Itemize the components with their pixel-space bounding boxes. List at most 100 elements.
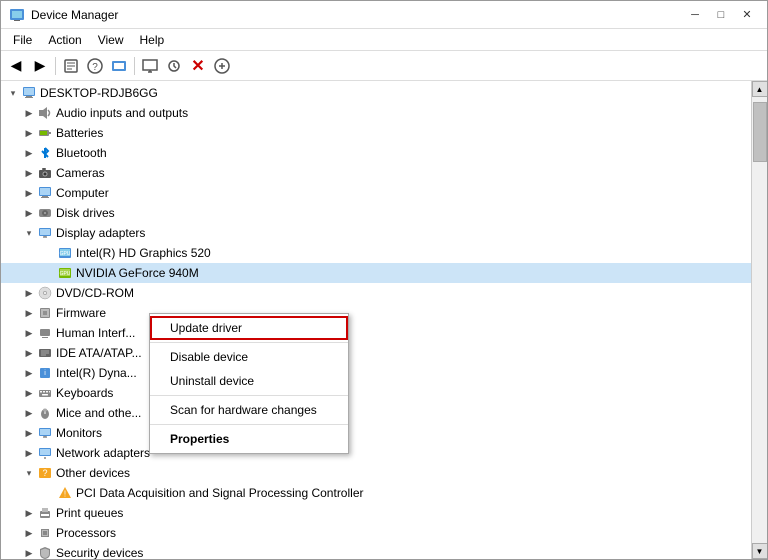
tree-item-pci[interactable]: ▶ ! PCI Data Acquisition and Signal Proc… xyxy=(1,483,751,503)
tree-item-bluetooth[interactable]: ▶ Bluetooth xyxy=(1,143,751,163)
toolbar-remove[interactable]: ✕ xyxy=(187,55,209,77)
dvd-icon xyxy=(37,285,53,301)
firmware-expand[interactable]: ▶ xyxy=(21,305,37,321)
processors-expand[interactable]: ▶ xyxy=(21,525,37,541)
monitors-label: Monitors xyxy=(56,426,102,440)
disk-icon xyxy=(37,205,53,221)
batteries-icon xyxy=(37,125,53,141)
tree-item-ide[interactable]: ▶ IDE ATA/ATAP... xyxy=(1,343,751,363)
menu-action[interactable]: Action xyxy=(40,31,89,48)
disk-expand[interactable]: ▶ xyxy=(21,205,37,221)
toolbar-scan[interactable] xyxy=(163,55,185,77)
audio-expand[interactable]: ▶ xyxy=(21,105,37,121)
print-expand[interactable]: ▶ xyxy=(21,505,37,521)
main-content: ▾ DESKTOP-RDJB6GG ▶ xyxy=(1,81,767,559)
monitors-expand[interactable]: ▶ xyxy=(21,425,37,441)
toolbar-help[interactable]: ? xyxy=(84,55,106,77)
security-label: Security devices xyxy=(56,546,143,559)
nvidia-gpu-icon: GPU xyxy=(57,265,73,281)
close-button[interactable]: ✕ xyxy=(735,6,759,24)
scroll-up-button[interactable]: ▲ xyxy=(752,81,768,97)
bluetooth-expand[interactable]: ▶ xyxy=(21,145,37,161)
computer-expand[interactable]: ▶ xyxy=(21,185,37,201)
print-icon xyxy=(37,505,53,521)
pci-label: PCI Data Acquisition and Signal Processi… xyxy=(76,486,363,500)
ide-expand[interactable]: ▶ xyxy=(21,345,37,361)
intel-gpu-icon: GPU xyxy=(57,245,73,261)
menu-file[interactable]: File xyxy=(5,31,40,48)
title-bar: Device Manager ─ □ ✕ xyxy=(1,1,767,29)
audio-icon xyxy=(37,105,53,121)
svg-text:?: ? xyxy=(42,468,47,478)
tree-item-dvd[interactable]: ▶ DVD/CD-ROM xyxy=(1,283,751,303)
tree-item-cameras[interactable]: ▶ Cameras xyxy=(1,163,751,183)
intel-dyna-icon: i xyxy=(37,365,53,381)
toolbar-back[interactable]: ◀ xyxy=(5,55,27,77)
toolbar-update[interactable] xyxy=(108,55,130,77)
device-tree[interactable]: ▾ DESKTOP-RDJB6GG ▶ xyxy=(1,81,751,559)
tree-item-print[interactable]: ▶ Print queues xyxy=(1,503,751,523)
display-expand[interactable]: ▾ xyxy=(21,225,37,241)
tree-item-security[interactable]: ▶ Security devices xyxy=(1,543,751,559)
svg-text:!: ! xyxy=(64,490,66,499)
tree-root[interactable]: ▾ DESKTOP-RDJB6GG xyxy=(1,83,751,103)
keyboards-expand[interactable]: ▶ xyxy=(21,385,37,401)
context-scan-hardware[interactable]: Scan for hardware changes xyxy=(150,398,348,422)
tree-item-human[interactable]: ▶ Human Interf... xyxy=(1,323,751,343)
tree-item-disk[interactable]: ▶ Disk drives xyxy=(1,203,751,223)
toolbar-add[interactable] xyxy=(211,55,233,77)
scrollbar[interactable]: ▲ ▼ xyxy=(751,81,767,559)
mice-expand[interactable]: ▶ xyxy=(21,405,37,421)
bluetooth-label: Bluetooth xyxy=(56,146,107,160)
other-expand[interactable]: ▾ xyxy=(21,465,37,481)
tree-item-firmware[interactable]: ▶ Firmware xyxy=(1,303,751,323)
app-icon xyxy=(9,7,25,23)
tree-item-keyboards[interactable]: ▶ Keyboards xyxy=(1,383,751,403)
menu-view[interactable]: View xyxy=(90,31,132,48)
tree-item-other[interactable]: ▾ ? Other devices xyxy=(1,463,751,483)
tree-item-intel-gpu[interactable]: ▶ GPU Intel(R) HD Graphics 520 xyxy=(1,243,751,263)
toolbar-properties[interactable] xyxy=(60,55,82,77)
tree-item-nvidia-gpu[interactable]: ▶ GPU NVIDIA GeForce 940M xyxy=(1,263,751,283)
context-update-driver[interactable]: Update driver xyxy=(150,316,348,340)
pci-warning-icon: ! xyxy=(57,485,73,501)
network-expand[interactable]: ▶ xyxy=(21,445,37,461)
toolbar-forward[interactable]: ▶ xyxy=(29,55,51,77)
monitors-icon xyxy=(37,425,53,441)
context-properties[interactable]: Properties xyxy=(150,427,348,451)
toolbar-display[interactable] xyxy=(139,55,161,77)
security-expand[interactable]: ▶ xyxy=(21,545,37,559)
tree-item-mice[interactable]: ▶ Mice and othe... xyxy=(1,403,751,423)
human-expand[interactable]: ▶ xyxy=(21,325,37,341)
tree-item-processors[interactable]: ▶ Processors xyxy=(1,523,751,543)
tree-item-audio[interactable]: ▶ Audio inputs and outputs xyxy=(1,103,751,123)
tree-item-computer[interactable]: ▶ Computer xyxy=(1,183,751,203)
tree-item-batteries[interactable]: ▶ Batteries xyxy=(1,123,751,143)
batteries-expand[interactable]: ▶ xyxy=(21,125,37,141)
root-expand[interactable]: ▾ xyxy=(5,85,21,101)
window-title: Device Manager xyxy=(31,8,683,22)
maximize-button[interactable]: □ xyxy=(709,6,733,24)
keyboards-icon xyxy=(37,385,53,401)
scroll-down-button[interactable]: ▼ xyxy=(752,543,768,559)
scroll-thumb[interactable] xyxy=(753,102,767,162)
firmware-icon xyxy=(37,305,53,321)
cameras-expand[interactable]: ▶ xyxy=(21,165,37,181)
human-icon xyxy=(37,325,53,341)
tree-item-display[interactable]: ▾ Display adapters xyxy=(1,223,751,243)
context-uninstall-device[interactable]: Uninstall device xyxy=(150,369,348,393)
minimize-button[interactable]: ─ xyxy=(683,6,707,24)
context-sep-3 xyxy=(150,424,348,425)
context-disable-device[interactable]: Disable device xyxy=(150,345,348,369)
print-label: Print queues xyxy=(56,506,123,520)
scroll-track[interactable] xyxy=(752,97,768,543)
tree-item-intel-dyna[interactable]: ▶ i Intel(R) Dyna... xyxy=(1,363,751,383)
tree-item-monitors[interactable]: ▶ Monitors xyxy=(1,423,751,443)
intel-dyna-expand[interactable]: ▶ xyxy=(21,365,37,381)
context-menu: Update driver Disable device Uninstall d… xyxy=(149,313,349,454)
menu-help[interactable]: Help xyxy=(132,31,173,48)
dvd-expand[interactable]: ▶ xyxy=(21,285,37,301)
tree-item-network[interactable]: ▶ Network adapters xyxy=(1,443,751,463)
network-label: Network adapters xyxy=(56,446,150,460)
window-controls: ─ □ ✕ xyxy=(683,6,759,24)
